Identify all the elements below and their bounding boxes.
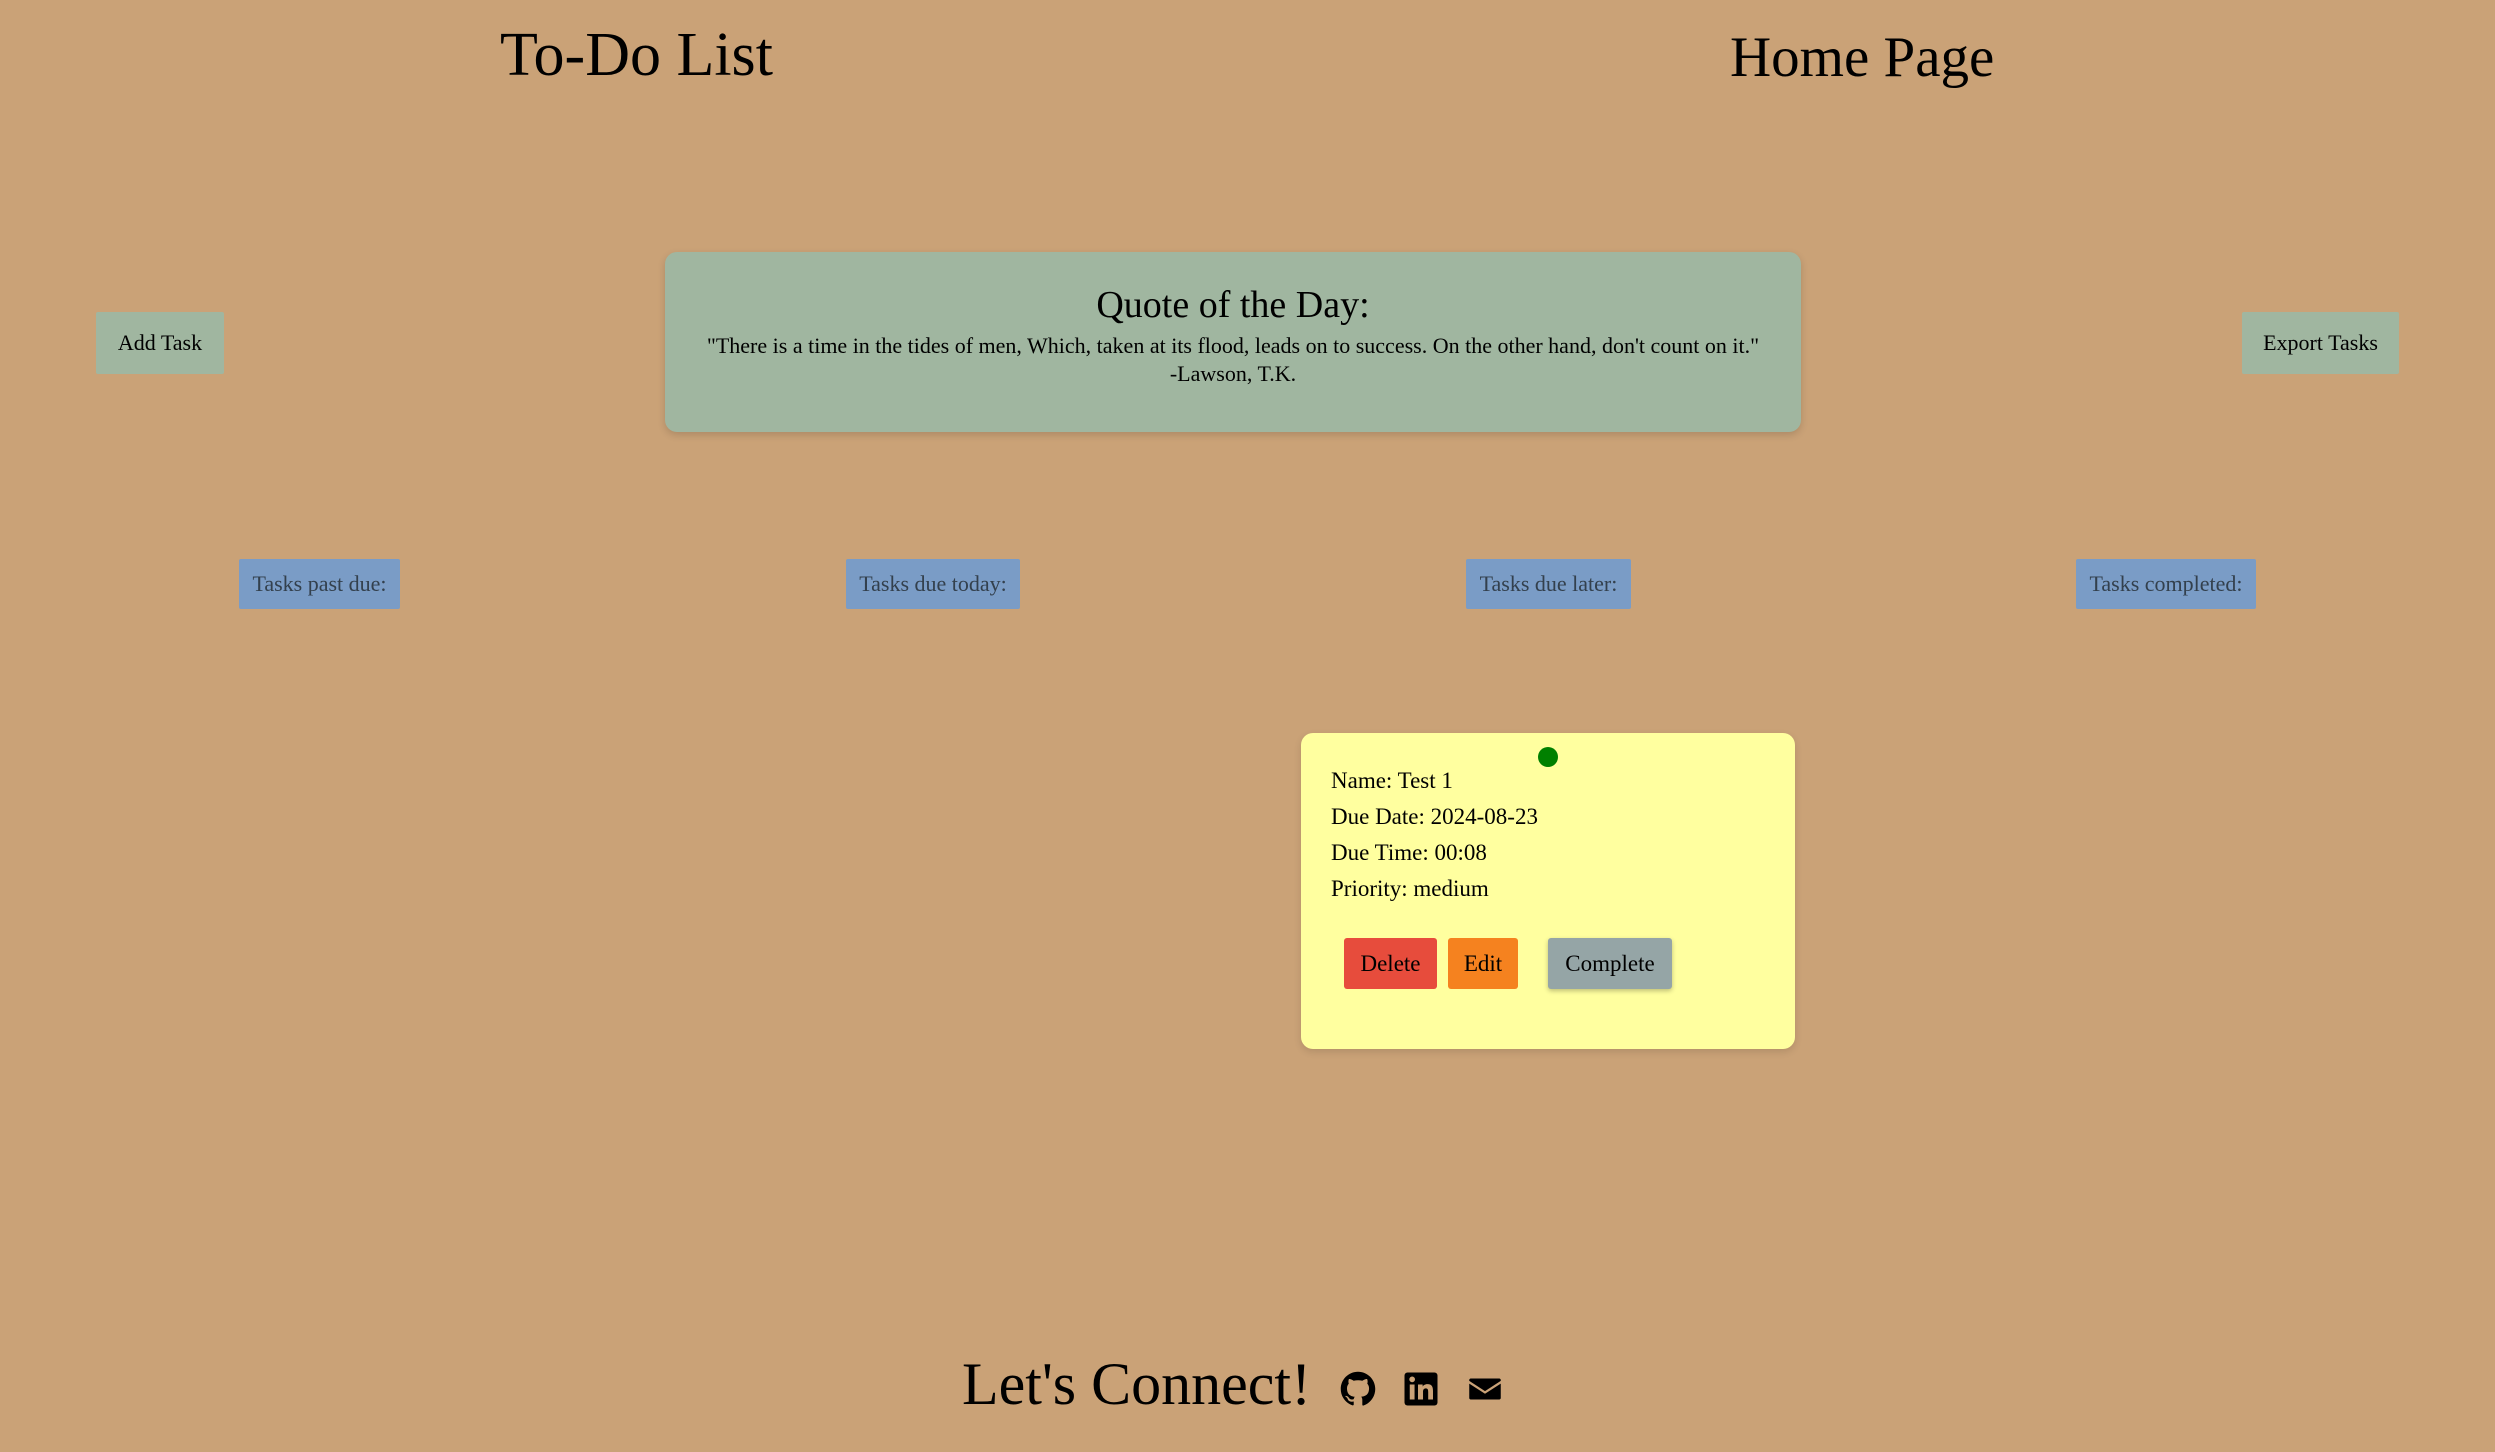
edit-task-button[interactable]: Edit <box>1448 938 1518 989</box>
page-title: Home Page <box>1730 26 1995 89</box>
email-icon[interactable] <box>1466 1370 1504 1408</box>
section-label-due-today: Tasks due today: <box>846 559 1020 609</box>
quote-of-the-day-card: Quote of the Day: "There is a time in th… <box>665 252 1801 432</box>
quote-heading: Quote of the Day: <box>1096 284 1370 326</box>
priority-indicator-dot <box>1538 747 1558 767</box>
quote-text: "There is a time in the tides of men, Wh… <box>706 333 1760 358</box>
quote-author: -Lawson, T.K. <box>1169 361 1297 386</box>
section-label-due-later: Tasks due later: <box>1466 559 1631 609</box>
github-icon[interactable] <box>1339 1370 1377 1408</box>
export-tasks-button[interactable]: Export Tasks <box>2242 312 2399 374</box>
add-task-button[interactable]: Add Task <box>96 312 224 374</box>
delete-task-button[interactable]: Delete <box>1344 938 1437 989</box>
complete-task-button[interactable]: Complete <box>1548 938 1672 989</box>
section-label-past-due: Tasks past due: <box>239 559 400 609</box>
task-name: Name: Test 1 <box>1331 768 1453 793</box>
linkedin-icon[interactable] <box>1402 1370 1440 1408</box>
footer-heading: Let's Connect! <box>962 1351 1312 1417</box>
task-due-time: Due Time: 00:08 <box>1331 840 1487 865</box>
task-priority: Priority: medium <box>1331 876 1489 901</box>
section-label-completed: Tasks completed: <box>2076 559 2256 609</box>
app-title: To-Do List <box>500 21 773 89</box>
task-due-date: Due Date: 2024-08-23 <box>1331 804 1538 829</box>
